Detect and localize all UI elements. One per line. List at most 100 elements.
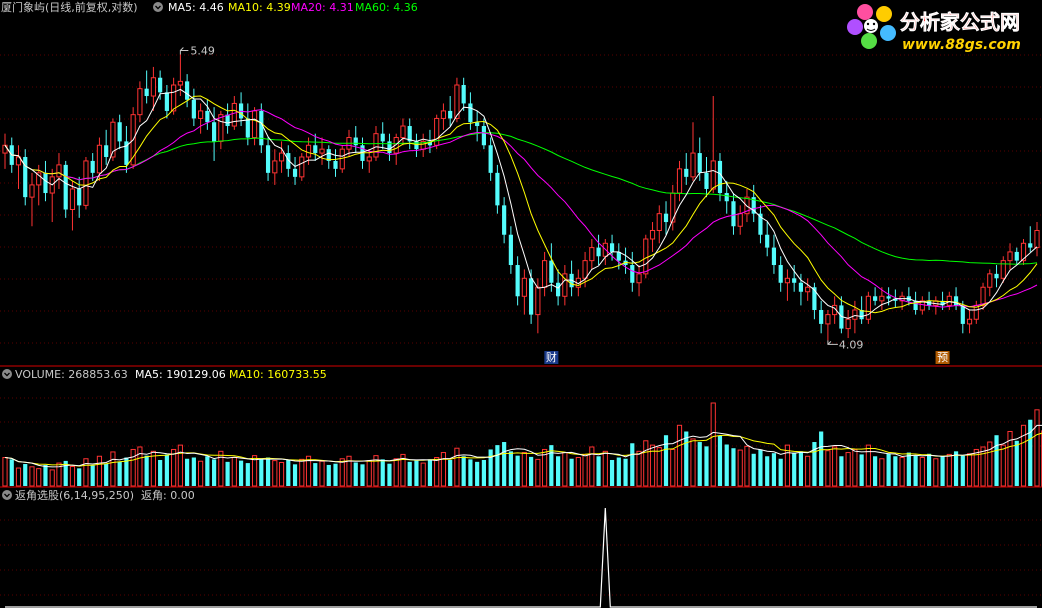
candle	[502, 197, 507, 244]
volume-bar	[792, 452, 797, 486]
candle-body	[56, 164, 62, 178]
volume-bar	[556, 456, 561, 486]
volume-bar	[414, 460, 419, 486]
candle	[508, 226, 513, 274]
volume-bar	[104, 463, 109, 486]
candle	[468, 92, 473, 130]
candle	[690, 122, 696, 181]
candle-body	[292, 168, 298, 177]
candle-body	[784, 277, 791, 284]
candle	[475, 110, 480, 142]
brand-name: 分析家公式网	[900, 10, 1020, 34]
high-marker-arrow	[179, 47, 189, 55]
candle-body	[461, 85, 466, 104]
indicator-menu-icon[interactable]	[2, 490, 12, 500]
candle-body	[542, 260, 548, 288]
volume-bar	[440, 452, 447, 487]
volume-bar	[966, 453, 973, 487]
candle	[1014, 247, 1019, 266]
volume-bar	[744, 445, 750, 487]
indicator-line	[5, 507, 1037, 608]
candle	[49, 168, 55, 223]
candle	[704, 156, 709, 198]
volume-bar	[562, 452, 568, 487]
volume-bar	[630, 443, 635, 486]
candle-body	[185, 81, 190, 100]
candle-body	[158, 77, 163, 93]
candle-body	[724, 193, 729, 202]
volume-ma5-value: MA5: 190129.06	[135, 368, 226, 381]
volume-bar	[758, 449, 763, 486]
ma10-value: MA10: 4.39	[228, 1, 291, 14]
volume-bar	[83, 458, 89, 487]
volume-bar	[481, 459, 486, 486]
candle	[333, 149, 338, 177]
candle	[198, 103, 204, 134]
candle	[434, 114, 440, 150]
candle-body	[366, 156, 372, 162]
volume-bar	[326, 464, 331, 486]
candle-body	[205, 110, 210, 123]
candle	[825, 309, 831, 341]
candle	[461, 77, 466, 111]
candle-body	[272, 160, 278, 174]
volume-bar	[454, 447, 460, 487]
volume-bar	[676, 424, 683, 487]
candle	[684, 153, 689, 185]
candle-body	[663, 213, 669, 223]
candle-body	[400, 125, 406, 139]
candle	[164, 85, 169, 119]
candle-body	[448, 110, 453, 119]
candle-body	[717, 160, 723, 194]
candle-body	[636, 273, 642, 284]
candle	[873, 287, 878, 306]
candle-body	[852, 309, 858, 320]
volume-bar	[339, 458, 345, 487]
volume-menu-icon[interactable]	[2, 369, 12, 379]
volume-bar	[23, 464, 28, 486]
candle-body	[63, 164, 68, 210]
volume-bar	[380, 459, 385, 486]
volume-bar	[77, 468, 82, 486]
volume-bar	[1014, 440, 1019, 486]
volume-bar	[177, 444, 183, 487]
candle	[353, 126, 358, 154]
volume-bar	[69, 465, 76, 487]
brand-logo[interactable]: 分析家公式网 www.88gs.com	[847, 4, 1021, 53]
candle	[737, 205, 743, 235]
volume-bar	[90, 465, 95, 486]
candle	[602, 239, 608, 266]
candle-body	[704, 172, 709, 189]
candle-body	[164, 92, 169, 111]
volume-bar	[1000, 444, 1006, 487]
candle	[488, 137, 493, 181]
candle-body	[596, 247, 601, 257]
candle	[23, 149, 28, 206]
candle-body	[953, 296, 959, 306]
stock-title[interactable]: 厦门象屿(日线,前复权,对数)	[1, 0, 138, 14]
volume-bar	[164, 454, 169, 486]
volume-bar	[926, 453, 932, 486]
candle-body	[980, 286, 986, 306]
candle	[319, 137, 325, 165]
candle	[69, 180, 76, 231]
badge-finance[interactable]: 财	[544, 350, 559, 364]
volume-bar	[845, 452, 851, 487]
badge-forecast[interactable]: 预	[935, 351, 950, 364]
volume-bar	[899, 457, 905, 487]
candle	[771, 234, 777, 274]
candle	[663, 201, 669, 235]
volume-bar	[238, 460, 244, 486]
candle	[542, 251, 548, 297]
candle	[589, 239, 595, 270]
candle-body	[521, 277, 527, 297]
volume-bar	[468, 459, 473, 486]
candle-body	[225, 114, 230, 127]
ma20-line	[4, 109, 1038, 308]
candle-body	[488, 145, 493, 173]
volume-bar	[1028, 419, 1033, 486]
settings-circle-icon[interactable]	[153, 2, 163, 12]
ma20-value: MA20: 4.31	[291, 1, 354, 14]
candle	[117, 114, 122, 150]
candle	[15, 145, 22, 189]
